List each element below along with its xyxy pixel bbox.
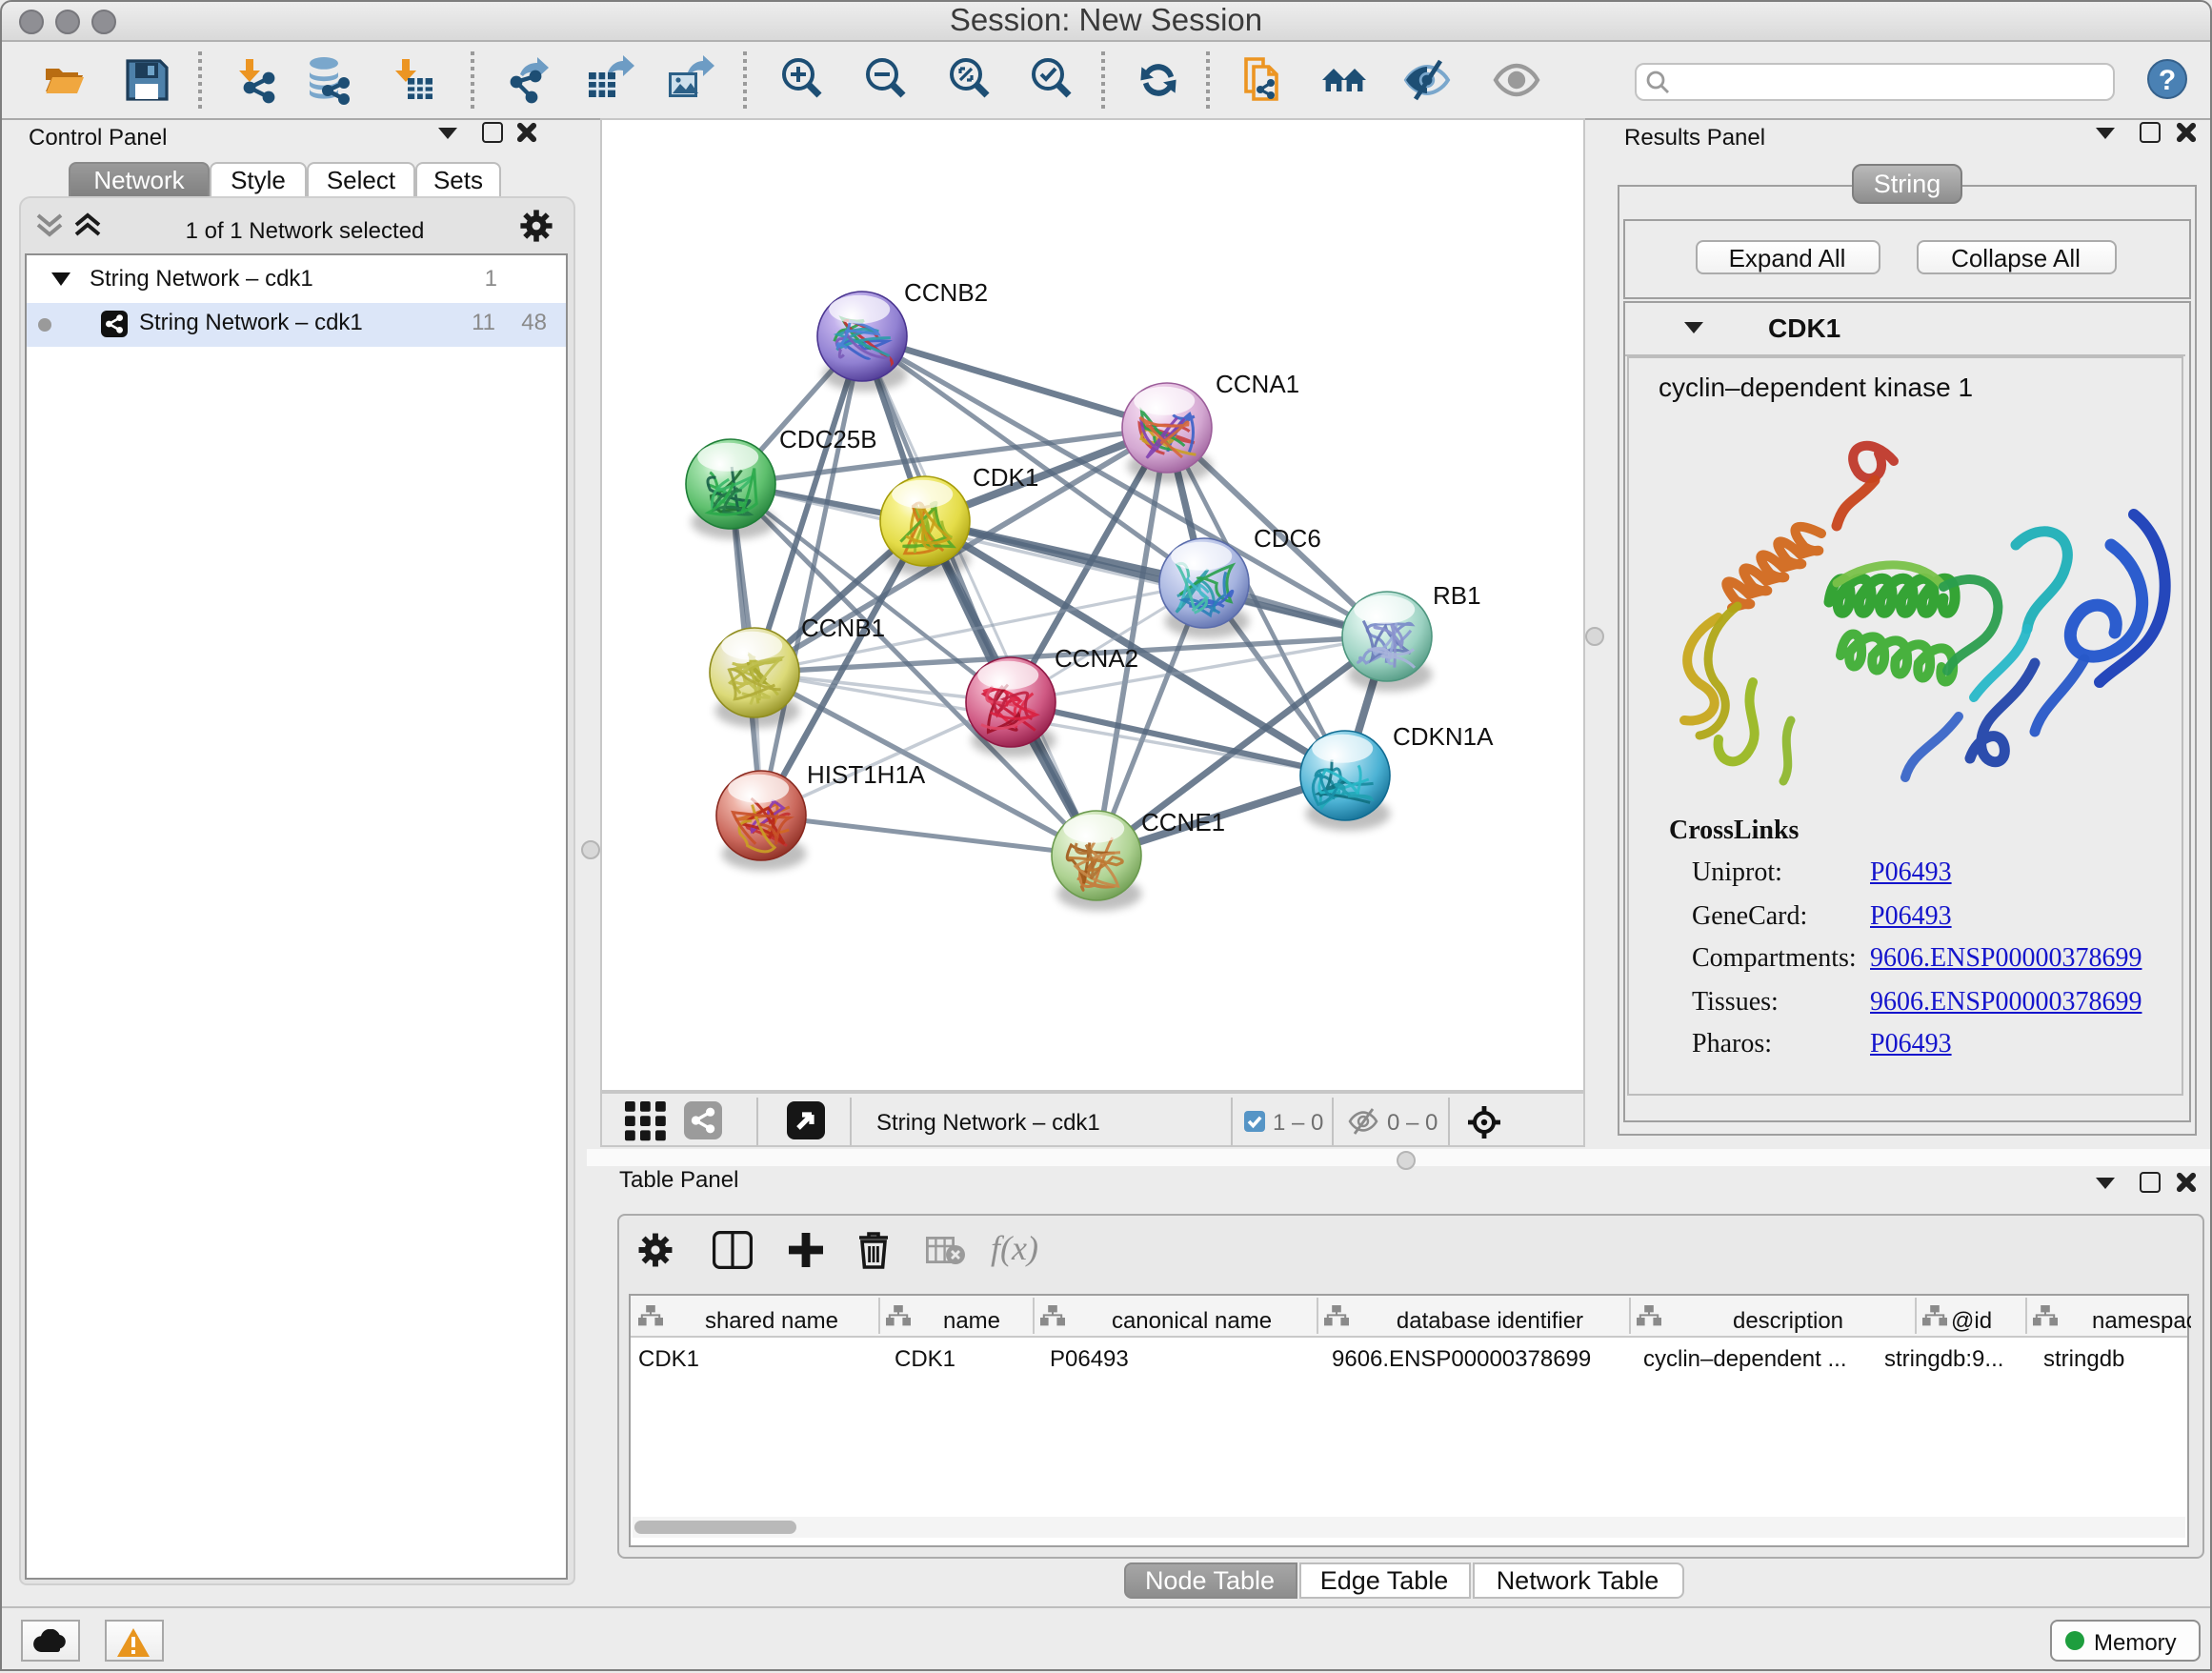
svg-text:CCNB2: CCNB2: [904, 278, 988, 307]
svg-text:HIST1H1A: HIST1H1A: [807, 760, 926, 789]
svg-text:CDKN1A: CDKN1A: [1393, 722, 1494, 751]
svg-text:CCNB1: CCNB1: [801, 614, 885, 642]
svg-text:CDC6: CDC6: [1254, 524, 1321, 553]
svg-text:CDK1: CDK1: [973, 463, 1038, 492]
svg-text:CCNA1: CCNA1: [1216, 370, 1299, 398]
svg-text:CCNE1: CCNE1: [1141, 808, 1225, 836]
svg-text:RB1: RB1: [1433, 581, 1481, 610]
svg-text:CCNA2: CCNA2: [1055, 644, 1138, 673]
svg-text:CDC25B: CDC25B: [779, 425, 877, 454]
